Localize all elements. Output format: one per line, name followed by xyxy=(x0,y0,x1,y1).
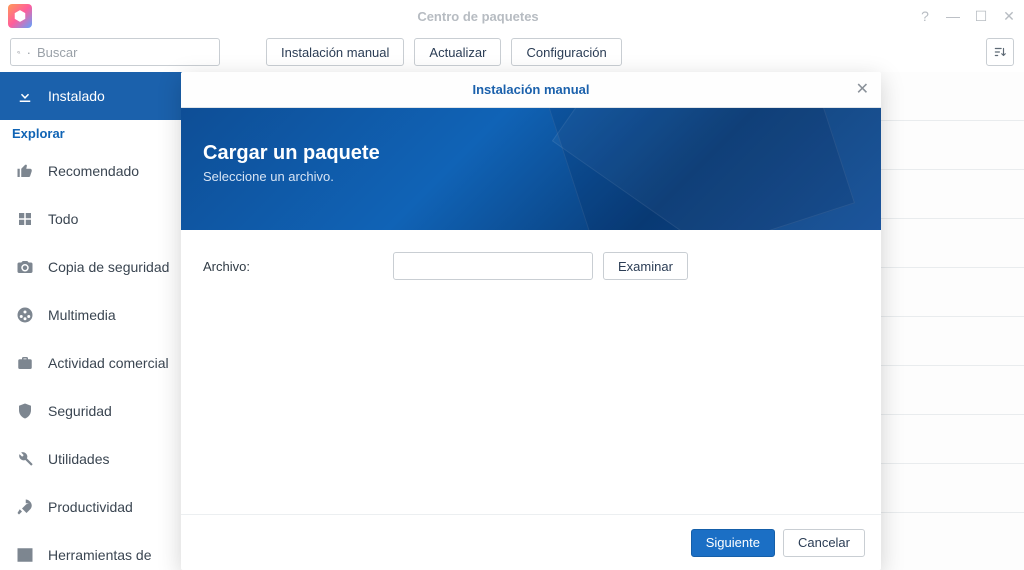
terminal-icon xyxy=(14,546,36,564)
modal-heading: Cargar un paquete xyxy=(203,142,859,165)
update-button[interactable]: Actualizar xyxy=(414,38,501,66)
sidebar-item-label: Herramientas de xyxy=(48,547,152,563)
window-title: Centro de paquetes xyxy=(38,9,918,24)
sidebar-item-label: Recomendado xyxy=(48,163,139,179)
search-input[interactable] xyxy=(37,45,213,60)
search-separator: · xyxy=(27,45,31,60)
file-row: Archivo: Examinar xyxy=(203,252,859,280)
browse-button[interactable]: Examinar xyxy=(603,252,688,280)
close-window-icon[interactable]: ✕ xyxy=(1002,9,1016,23)
modal-body: Archivo: Examinar xyxy=(181,230,881,514)
file-label: Archivo: xyxy=(203,259,383,274)
camera-icon xyxy=(14,258,36,276)
thumbs-up-icon xyxy=(14,162,36,180)
shield-icon xyxy=(14,402,36,420)
toolbar: · Instalación manual Actualizar Configur… xyxy=(0,32,1024,72)
modal-header: Instalación manual ✕ xyxy=(181,72,881,108)
sort-icon xyxy=(993,45,1007,59)
modal-footer: Siguiente Cancelar xyxy=(181,514,881,570)
briefcase-icon xyxy=(14,354,36,372)
sidebar-item-label: Productividad xyxy=(48,499,133,515)
search-box[interactable]: · xyxy=(10,38,220,66)
app-icon xyxy=(8,4,32,28)
file-path-input[interactable] xyxy=(393,252,593,280)
rocket-icon xyxy=(14,498,36,516)
search-icon xyxy=(17,46,21,59)
sidebar-item-label: Multimedia xyxy=(48,307,116,323)
package-icon xyxy=(13,9,27,23)
modal-close-button[interactable]: ✕ xyxy=(856,82,869,98)
manual-install-button[interactable]: Instalación manual xyxy=(266,38,404,66)
maximize-icon[interactable]: ☐ xyxy=(974,9,988,23)
settings-button[interactable]: Configuración xyxy=(511,38,621,66)
sidebar-item-label: Instalado xyxy=(48,88,105,104)
film-icon xyxy=(14,306,36,324)
modal-subheading: Seleccione un archivo. xyxy=(203,169,859,184)
manual-install-modal: Instalación manual ✕ Cargar un paquete S… xyxy=(181,72,881,570)
cancel-button[interactable]: Cancelar xyxy=(783,529,865,557)
sidebar-item-label: Utilidades xyxy=(48,451,109,467)
window-controls: ? ― ☐ ✕ xyxy=(918,9,1016,23)
sidebar-item-label: Seguridad xyxy=(48,403,112,419)
sidebar-item-label: Copia de seguridad xyxy=(48,259,169,275)
next-button[interactable]: Siguiente xyxy=(691,529,775,557)
titlebar: Centro de paquetes ? ― ☐ ✕ xyxy=(0,0,1024,32)
modal-title: Instalación manual xyxy=(472,82,589,97)
minimize-icon[interactable]: ― xyxy=(946,9,960,23)
download-icon xyxy=(14,87,36,105)
sidebar-item-label: Actividad comercial xyxy=(48,355,169,371)
sort-button[interactable] xyxy=(986,38,1014,66)
help-icon[interactable]: ? xyxy=(918,9,932,23)
wrench-icon xyxy=(14,450,36,468)
modal-banner: Cargar un paquete Seleccione un archivo. xyxy=(181,108,881,230)
grid-icon xyxy=(14,210,36,228)
sidebar-item-label: Todo xyxy=(48,211,78,227)
